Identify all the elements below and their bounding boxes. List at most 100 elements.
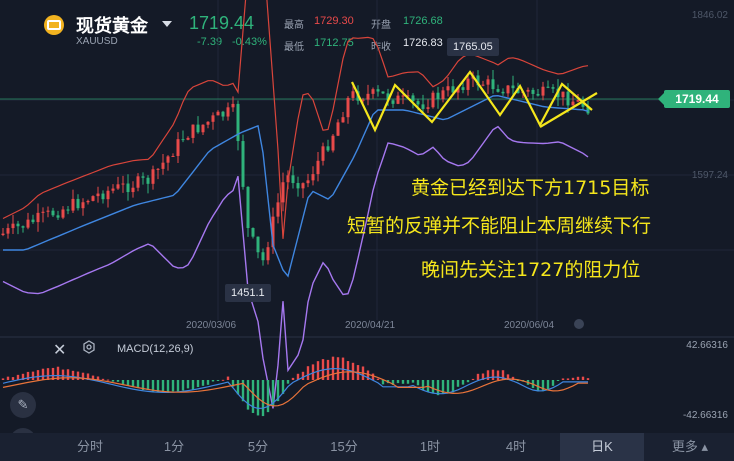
macd-bar	[456, 380, 460, 387]
macd-bar	[251, 380, 255, 413]
candle-body	[536, 93, 540, 96]
macd-bar	[306, 366, 310, 380]
tab-15min[interactable]: 15分	[306, 433, 382, 461]
candle-body	[36, 212, 40, 223]
macd-bar	[101, 378, 105, 380]
candle-body	[111, 188, 115, 191]
candle-body	[101, 193, 105, 200]
macd-bar	[166, 380, 170, 393]
settings-icon[interactable]	[82, 340, 96, 354]
candle-body	[56, 215, 60, 218]
candle-body	[191, 124, 195, 138]
macd-bar	[411, 380, 415, 383]
macd-bar	[491, 369, 495, 380]
candle-body	[376, 89, 380, 92]
macd-bar	[486, 370, 490, 380]
candle-body	[496, 89, 500, 92]
candle-body	[381, 91, 385, 94]
macd-axis-top: 42.66316	[686, 340, 728, 351]
candle-body	[466, 78, 470, 90]
candle-body	[166, 156, 170, 163]
macd-bar	[146, 380, 150, 390]
macd-bar	[11, 377, 15, 380]
candle-body	[86, 200, 90, 203]
candle-body	[276, 202, 280, 217]
macd-bar	[586, 378, 590, 380]
macd-bar	[556, 380, 560, 381]
candle-body	[446, 86, 450, 91]
candle-body	[211, 115, 215, 122]
candle-body	[251, 228, 255, 237]
macd-group	[1, 356, 590, 417]
candle-body	[231, 103, 235, 108]
candle-body	[431, 92, 435, 108]
candle-body	[511, 85, 515, 89]
candle-body	[216, 111, 220, 116]
macd-bar	[546, 380, 550, 390]
candle-body	[301, 183, 305, 189]
tab-1hour[interactable]: 1时	[392, 433, 468, 461]
macd-bar	[406, 380, 410, 384]
macd-bar	[541, 380, 545, 392]
tab-1min[interactable]: 1分	[136, 433, 212, 461]
candle-body	[21, 226, 25, 228]
pencil-icon[interactable]: ✎	[10, 392, 36, 418]
macd-bar	[36, 370, 40, 380]
candle-body	[241, 141, 245, 187]
timeframe-tabs: 分时 1分 5分 15分 1时 4时 日K 更多 ▴	[0, 433, 734, 461]
macd-bar	[131, 380, 135, 387]
macd-bar	[41, 368, 45, 380]
macd-bar	[106, 379, 110, 381]
candle-body	[576, 100, 580, 102]
candle-body	[266, 247, 270, 261]
candle-body	[491, 79, 495, 90]
tab-timeshare[interactable]: 分时	[52, 433, 128, 461]
candle-body	[226, 107, 230, 117]
candle-body	[11, 223, 15, 229]
tab-4hour[interactable]: 4时	[478, 433, 554, 461]
candle-body	[66, 209, 70, 211]
candle-body	[501, 91, 505, 94]
scroll-dot-icon[interactable]	[574, 319, 584, 329]
macd-bar	[446, 380, 450, 394]
macd-bar	[111, 380, 115, 382]
macd-bar	[206, 380, 210, 385]
macd-bar	[6, 376, 10, 380]
candle-body	[156, 168, 160, 170]
macd-bar	[211, 380, 215, 382]
candle-body	[196, 124, 200, 133]
candle-body	[256, 236, 260, 253]
candle-body	[526, 89, 530, 92]
macd-bar	[416, 380, 420, 386]
tab-daily[interactable]: 日K	[560, 433, 644, 461]
candle-body	[261, 252, 265, 261]
close-icon[interactable]: ✕	[53, 340, 66, 360]
candle-body	[411, 95, 415, 102]
candle-body	[76, 198, 80, 209]
candle-body	[561, 91, 565, 98]
candle-body	[366, 93, 370, 100]
macd-bar	[581, 376, 585, 380]
annotation-line-2: 短暂的反弹并不能阻止本周继续下行	[347, 215, 652, 237]
candle-body	[306, 180, 310, 184]
candle-body	[31, 219, 35, 223]
candle-body	[331, 135, 335, 151]
macd-bar	[381, 380, 385, 385]
date-label-2: 2020/04/21	[345, 320, 396, 331]
tab-more[interactable]: 更多 ▴	[650, 433, 730, 461]
candle-body	[61, 209, 65, 218]
candle-body	[391, 100, 395, 104]
price-tag-value: 1719.44	[675, 92, 719, 106]
macd-bar	[496, 370, 500, 380]
macd-bar	[176, 380, 180, 392]
candle-body	[1, 233, 5, 235]
tab-5min[interactable]: 5分	[220, 433, 296, 461]
candle-body	[201, 124, 205, 133]
candle-body	[541, 86, 545, 96]
candle-body	[186, 137, 190, 140]
candle-body	[546, 86, 550, 88]
macd-label: MACD(12,26,9)	[117, 343, 194, 355]
macd-bar	[401, 380, 405, 384]
axis-label-mid: 1597.24	[691, 170, 728, 181]
candle-body	[151, 169, 155, 184]
